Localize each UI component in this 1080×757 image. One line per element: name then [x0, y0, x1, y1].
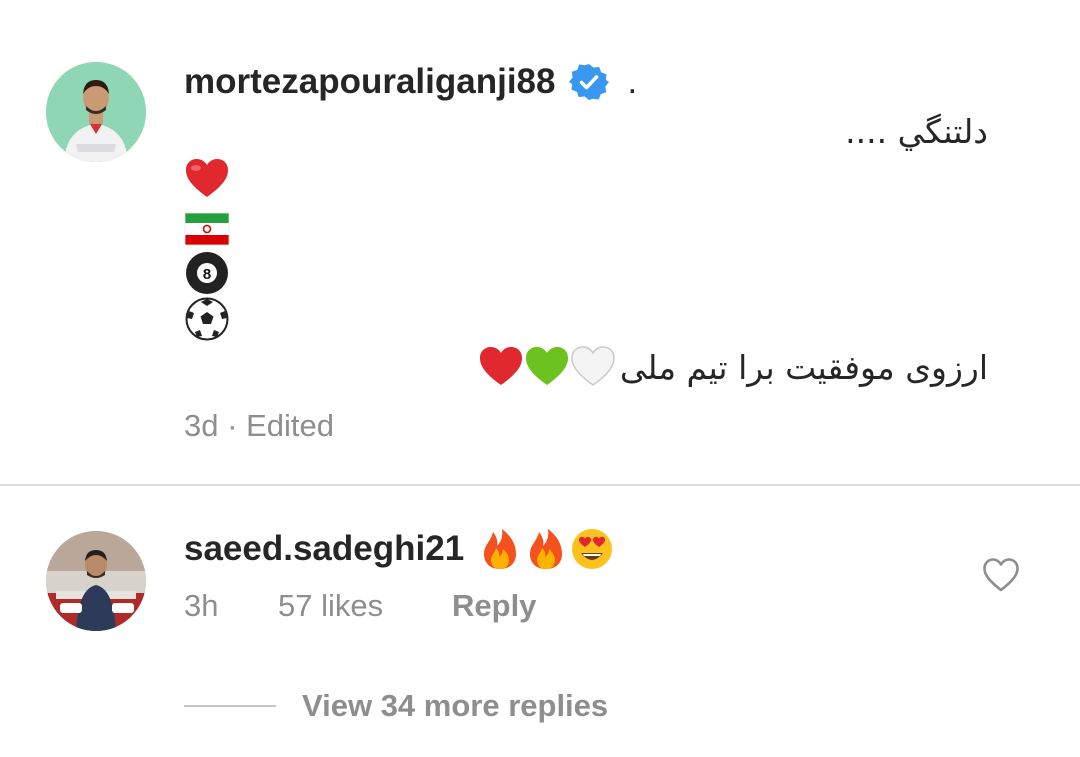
verified-badge-icon — [569, 64, 610, 100]
red-heart-emoji — [479, 347, 522, 385]
iran-flag-emoji — [184, 207, 230, 251]
fire-emoji — [484, 529, 517, 569]
heart-outline-icon[interactable] — [982, 557, 1020, 593]
commenter-username[interactable]: saeed.sadeghi21 — [184, 529, 464, 569]
svg-text:8: 8 — [203, 266, 211, 283]
comment-likes[interactable]: 57 likes — [278, 588, 452, 624]
red-heart-emoji — [184, 157, 230, 201]
view-more-replies[interactable]: View 34 more replies — [184, 686, 608, 726]
commenter-avatar[interactable] — [46, 531, 146, 631]
heart-eyes-emoji — [572, 529, 613, 569]
comment-text — [478, 527, 614, 571]
8-ball-emoji: 8 — [184, 251, 230, 295]
caption-line-2-text: ارزوی موفقیت برا تیم ملی — [619, 347, 988, 387]
comment-time: 3h — [184, 588, 219, 623]
green-heart-emoji — [525, 347, 568, 385]
post-caption: mortezapouraliganji88 . دلتنگي .... 8 ار… — [0, 0, 1080, 484]
caption-header: mortezapouraliganji88 . — [184, 56, 637, 108]
caption-line-1: دلتنگي .... — [845, 112, 988, 151]
caption-hearts — [478, 346, 616, 388]
caption-separator: · — [227, 408, 238, 443]
reply-button[interactable]: Reply — [452, 588, 536, 624]
caption-meta: 3d · Edited — [184, 408, 334, 444]
replies-line — [184, 705, 276, 707]
white-heart-emoji — [571, 346, 615, 386]
caption-edited: Edited — [246, 408, 334, 443]
caption-line-2: ارزوی موفقیت برا تیم ملی — [468, 346, 988, 388]
author-avatar[interactable] — [46, 62, 146, 162]
comment-row: saeed.sadeghi21 — [184, 524, 614, 574]
author-username[interactable]: mortezapouraliganji88 — [184, 62, 555, 102]
instagram-comments-screen: mortezapouraliganji88 . دلتنگي .... 8 ار… — [0, 0, 1080, 757]
comment-meta: 3h 57 likes Reply — [184, 588, 536, 624]
divider — [0, 484, 1080, 486]
caption-time: 3d — [184, 408, 219, 443]
fire-emoji — [530, 529, 563, 569]
view-replies-label[interactable]: View 34 more replies — [302, 688, 608, 724]
caption-dot: . — [627, 62, 638, 101]
soccer-ball-emoji — [184, 297, 230, 341]
